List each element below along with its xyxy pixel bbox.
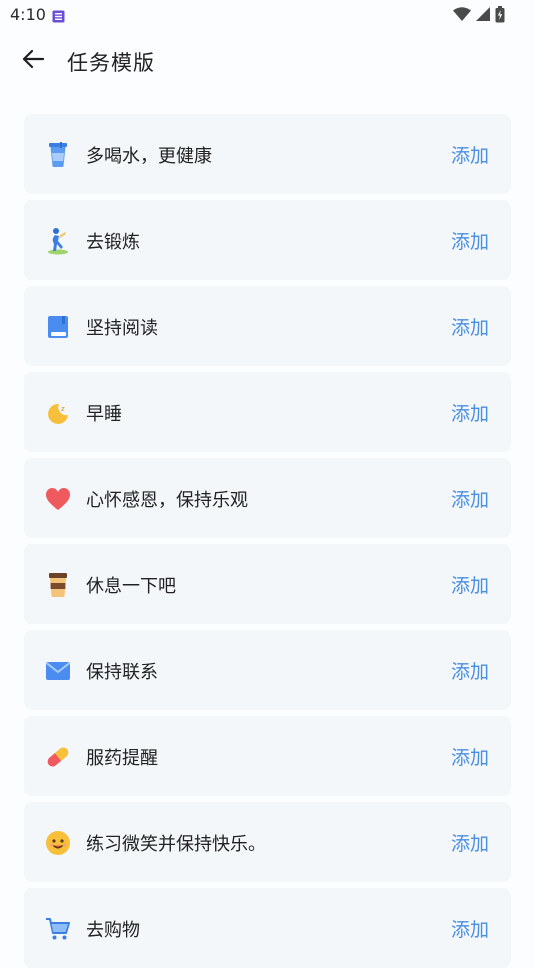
mail-icon [44,657,71,684]
page-title: 任务模版 [67,51,155,75]
app-bar: 任务模版 [0,30,535,92]
battery-icon [495,6,505,27]
status-time: 4:10 [10,5,46,24]
smile-icon [44,829,71,856]
add-button[interactable]: 添加 [451,313,489,340]
add-button[interactable]: 添加 [451,829,489,856]
template-card: 心怀感恩，保持乐观 添加 [24,458,511,538]
wifi-icon [453,7,471,26]
heart-icon [44,485,71,512]
template-card: 服药提醒 添加 [24,716,511,796]
add-button[interactable]: 添加 [451,657,489,684]
template-label: 心怀感恩，保持乐观 [86,490,248,511]
add-button[interactable]: 添加 [451,571,489,598]
template-card: 坚持阅读 添加 [24,286,511,366]
template-card: 休息一下吧 添加 [24,544,511,624]
add-button[interactable]: 添加 [451,141,489,168]
notification-app-icon [52,8,65,23]
template-label: 早睡 [86,404,122,425]
template-card: 去锻炼 添加 [24,200,511,280]
add-button[interactable]: 添加 [451,743,489,770]
water-cup-icon [44,141,71,168]
add-button[interactable]: 添加 [451,915,489,942]
template-label: 保持联系 [86,662,158,683]
moon-icon: z [44,399,71,426]
template-label: 坚持阅读 [86,318,158,339]
pill-icon [44,743,71,770]
back-button[interactable] [16,46,50,76]
template-label: 练习微笑并保持快乐。 [86,834,266,855]
template-card: z 早睡 添加 [24,372,511,452]
template-label: 多喝水，更健康 [86,146,212,167]
add-button[interactable]: 添加 [451,399,489,426]
add-button[interactable]: 添加 [451,227,489,254]
template-label: 休息一下吧 [86,576,176,597]
template-card: 多喝水，更健康 添加 [24,114,511,194]
template-card: 去购物 添加 [24,888,511,968]
template-label: 服药提醒 [86,748,158,769]
svg-text:z: z [61,405,65,413]
template-label: 去锻炼 [86,232,140,253]
signal-icon [475,7,491,26]
status-bar: 4:10 [0,0,535,30]
template-card: 练习微笑并保持快乐。 添加 [24,802,511,882]
back-arrow-icon [22,49,45,73]
coffee-icon [44,571,71,598]
exercise-icon [44,227,71,254]
cart-icon [44,915,71,942]
book-icon [44,313,71,340]
template-card: 保持联系 添加 [24,630,511,710]
add-button[interactable]: 添加 [451,485,489,512]
template-label: 去购物 [86,920,140,941]
